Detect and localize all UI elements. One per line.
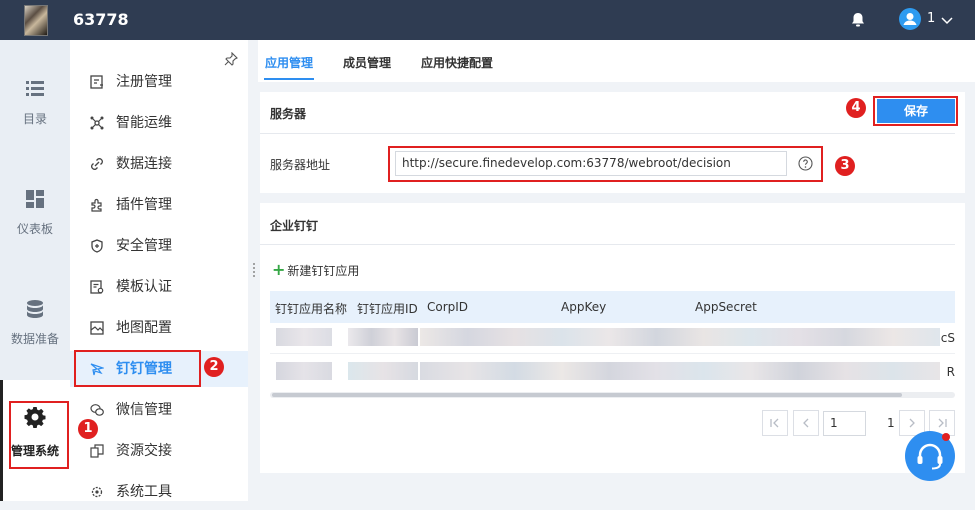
user-name[interactable]: 1 [927,11,935,26]
active-indicator [0,380,3,501]
annotation-box-2 [74,350,201,387]
redacted-cell [276,362,332,380]
template-auth-icon [90,280,104,294]
divider [260,133,955,134]
plus-icon: + [272,260,286,279]
tab-app-shortcut-config[interactable]: 应用快捷配置 [421,54,493,71]
redacted-cell [348,362,418,380]
redacted-cell [276,328,332,346]
add-dingtalk-app-button[interactable]: + 新建钉钉应用 [272,260,359,279]
menu-item-label: 微信管理 [116,402,172,418]
app-title: 63778 [73,10,129,29]
link-icon [91,158,103,170]
tab-app-management[interactable]: 应用管理 [265,54,313,71]
redacted-cell [420,362,940,380]
annotation-badge-4: 4 [846,98,866,118]
divider [260,244,955,245]
annotation-badge-2: 2 [204,357,224,377]
table-header: 钉钉应用名称 钉钉应用ID CorpID AppKey AppSecret [270,291,955,323]
menu-item-resource[interactable]: 资源交接 [70,433,248,469]
bell-icon[interactable] [850,11,866,29]
annotation-box-1 [9,401,69,469]
register-icon [90,75,103,89]
truncated-cell-text: cS [940,331,955,345]
column-header[interactable]: AppSecret [695,300,757,314]
menu-item-label: 安全管理 [116,238,172,254]
server-address-label: 服务器地址 [270,158,331,172]
menu-item-security[interactable]: 安全管理 [70,228,248,264]
chevron-right-icon [909,418,915,428]
map-icon [90,321,104,335]
add-dingtalk-app-label: 新建钉钉应用 [287,264,360,278]
menu-item-template-auth[interactable]: 模板认证 [70,269,248,305]
table-row[interactable]: R [270,357,955,387]
menu-item-register[interactable]: 注册管理 [70,64,248,100]
menu-item-label: 数据连接 [116,156,172,172]
scrollbar-thumb[interactable] [272,393,902,397]
rail-item-catalog[interactable]: 目录 [0,50,70,130]
tab-active-underline [264,78,314,80]
user-avatar-icon[interactable] [899,8,921,30]
first-page-button[interactable] [762,410,788,436]
rail-item-label: 仪表板 [16,222,53,236]
column-header[interactable]: AppKey [561,300,606,314]
rail-item-data-prep[interactable]: 数据准备 [0,270,70,350]
first-page-icon [770,418,779,428]
wechat-icon [90,404,104,416]
table-row[interactable]: cS [270,323,955,353]
menu-item-plugin[interactable]: 插件管理 [70,187,248,223]
column-header[interactable]: CorpID [427,300,468,314]
ops-icon [90,116,104,130]
menu-item-map[interactable]: 地图配置 [70,310,248,346]
annotation-box-4 [873,96,958,126]
row-divider [270,353,955,354]
top-bar: 63778 1 [0,0,975,40]
tools-icon [91,486,103,498]
tab-member-management[interactable]: 成员管理 [343,54,391,71]
total-pages: 1 [887,416,895,430]
menu-item-label: 模板认证 [116,279,172,295]
menu-item-label: 资源交接 [116,443,172,459]
column-header[interactable]: 钉钉应用名称 [275,300,347,317]
plugin-icon [91,198,102,212]
dashboard-icon [26,190,44,208]
chevron-down-icon[interactable] [940,14,954,25]
annotation-badge-1: 1 [78,419,98,439]
drag-handle-icon[interactable] [252,262,256,278]
last-page-icon [938,418,947,428]
annotation-box-3 [388,146,823,182]
pin-icon[interactable] [224,51,238,66]
dingtalk-panel-title: 企业钉钉 [270,219,319,233]
column-header[interactable]: 钉钉应用ID [357,300,418,317]
menu-item-label: 插件管理 [116,197,172,213]
menu-item-data-connection[interactable]: 数据连接 [70,146,248,182]
page-number-input[interactable]: 1 [823,411,866,436]
database-icon [27,300,43,318]
notification-dot [942,433,950,441]
menu-item-tools[interactable]: 系统工具 [70,474,248,510]
menu-item-label: 智能运维 [116,115,172,131]
prev-page-button[interactable] [793,410,819,436]
resource-icon [90,444,104,458]
list-icon [26,81,44,96]
app-logo [24,5,48,36]
menu-item-wechat[interactable]: 微信管理 [70,392,248,428]
menu-item-ops[interactable]: 智能运维 [70,105,248,141]
server-panel-title: 服务器 [270,107,307,121]
menu-item-label: 系统工具 [116,484,172,500]
redacted-cell [348,328,418,346]
menu-item-label: 注册管理 [116,74,172,90]
rail-item-label: 目录 [22,112,47,126]
truncated-cell-text: R [946,365,955,379]
redacted-cell [420,328,940,346]
rail-item-dashboard[interactable]: 仪表板 [0,160,70,240]
rail-item-label: 数据准备 [10,332,59,346]
menu-item-label: 地图配置 [116,320,172,336]
annotation-badge-3: 3 [835,156,855,176]
shield-icon [91,239,103,253]
chevron-left-icon [803,418,809,428]
